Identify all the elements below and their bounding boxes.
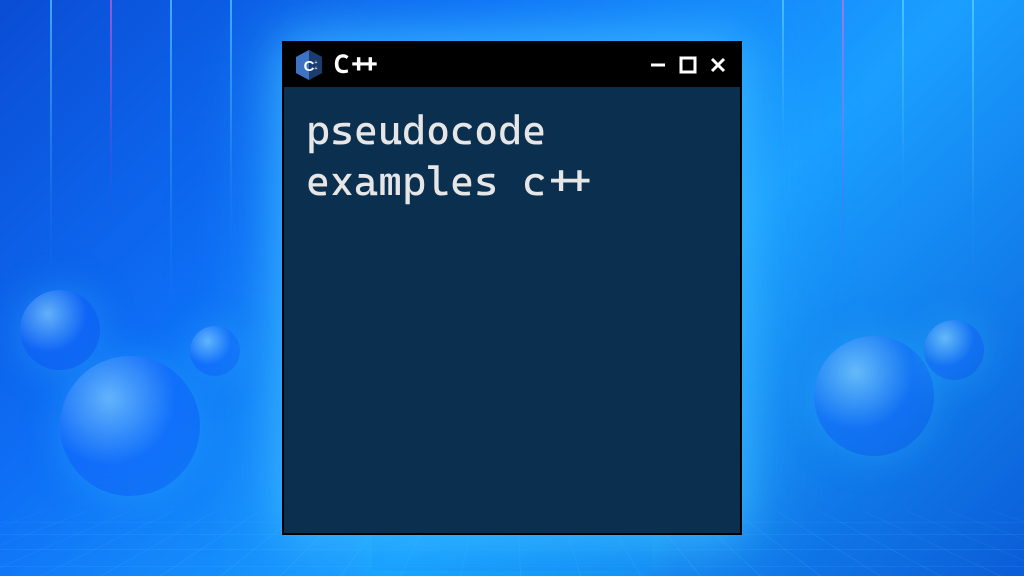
window-title: C++ bbox=[334, 50, 380, 80]
maximize-button[interactable] bbox=[676, 53, 700, 77]
title-left: C + + C++ bbox=[294, 49, 380, 81]
window-body: pseudocode examples c++ bbox=[284, 87, 740, 226]
cpp-icon: C + + bbox=[294, 49, 324, 81]
orb-decoration bbox=[924, 320, 984, 380]
terminal-window: C + + C++ pseudocode examples c++ bbox=[282, 41, 742, 535]
data-stream bbox=[110, 0, 112, 220]
data-stream bbox=[972, 0, 974, 300]
orb-decoration bbox=[60, 356, 200, 496]
data-stream bbox=[782, 0, 784, 200]
data-stream bbox=[50, 0, 52, 280]
minimize-button[interactable] bbox=[646, 53, 670, 77]
data-stream bbox=[170, 0, 172, 320]
svg-text:+: + bbox=[314, 66, 318, 72]
orb-decoration bbox=[190, 326, 240, 376]
svg-text:C: C bbox=[304, 58, 315, 75]
orb-decoration bbox=[814, 336, 934, 456]
window-controls bbox=[646, 53, 730, 77]
close-button[interactable] bbox=[706, 53, 730, 77]
orb-decoration bbox=[20, 290, 100, 370]
body-text: pseudocode examples c++ bbox=[306, 106, 594, 205]
data-stream bbox=[230, 0, 232, 260]
data-stream bbox=[902, 0, 904, 240]
titlebar[interactable]: C + + C++ bbox=[284, 43, 740, 87]
data-stream bbox=[842, 0, 844, 280]
